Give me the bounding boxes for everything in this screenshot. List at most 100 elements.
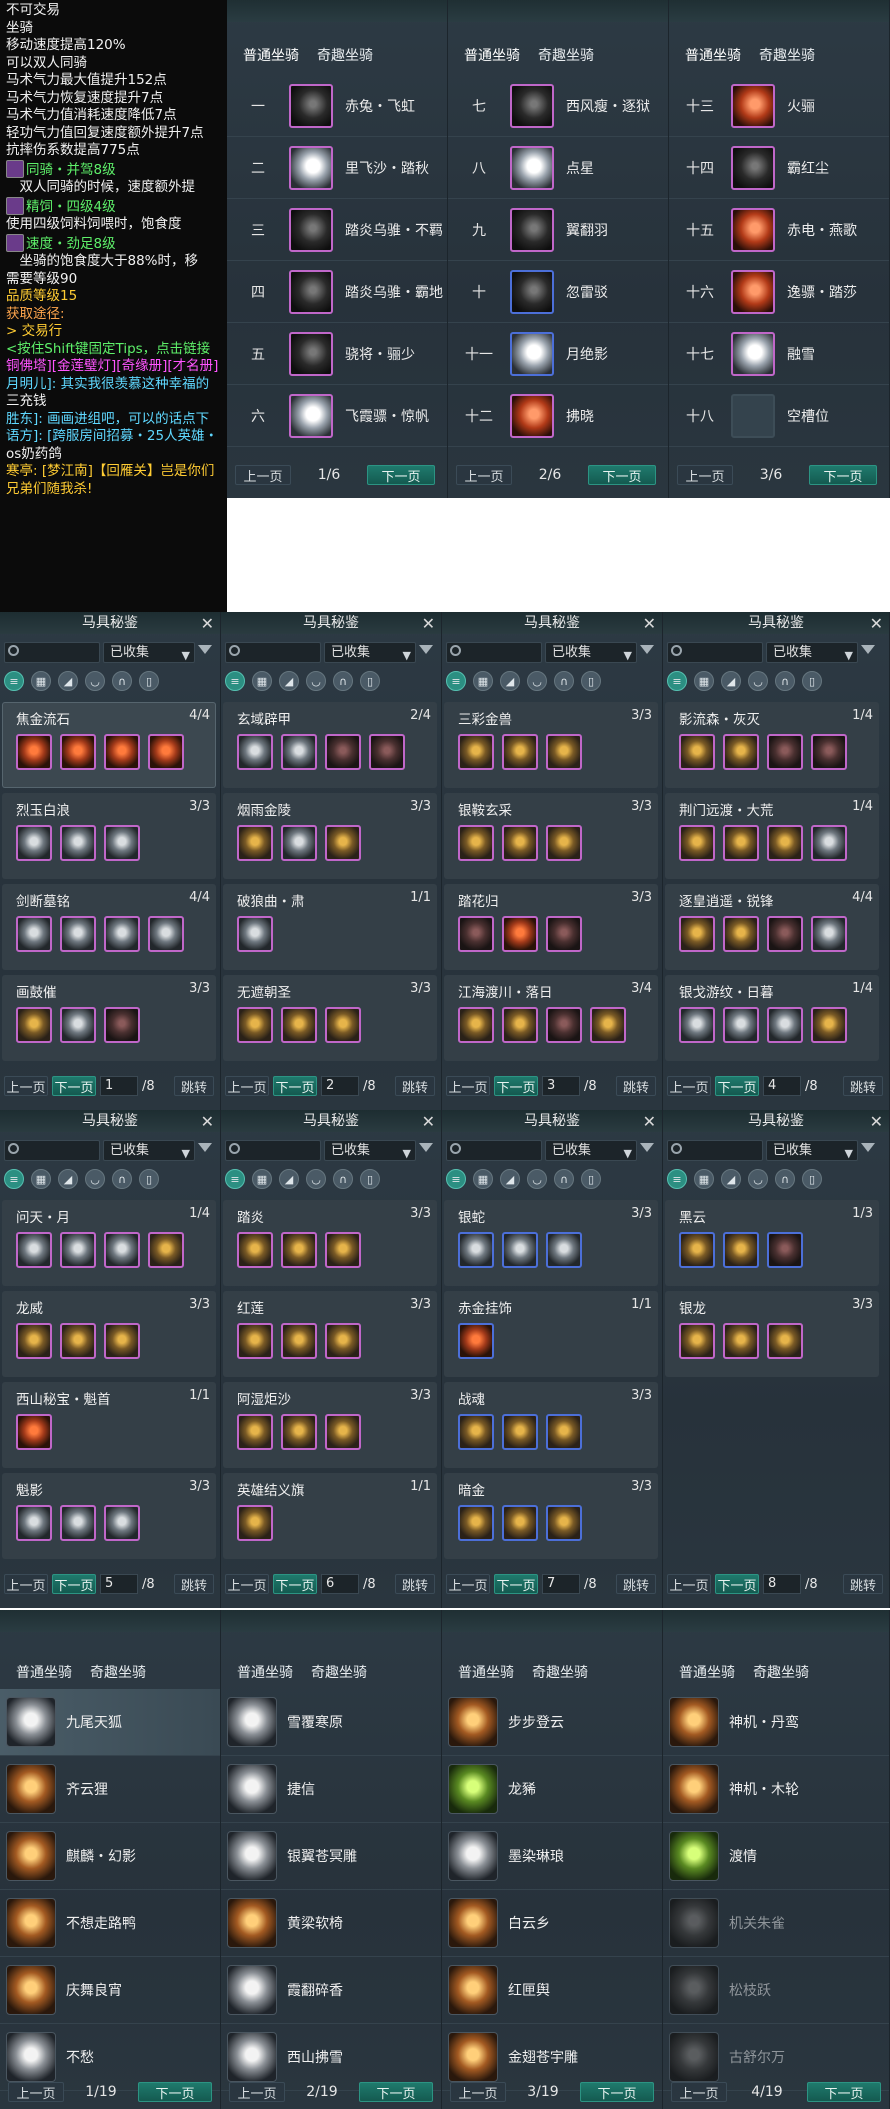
prev-page-button[interactable]: 上一页 — [450, 2082, 506, 2102]
saddle-set-card[interactable]: 三彩金兽 3/3 — [444, 702, 658, 788]
saddle-set-card[interactable]: 西山秘宝・魁首 1/1 — [2, 1382, 216, 1468]
filter-funnel-icon[interactable] — [419, 645, 433, 654]
saddle-icon[interactable]: ◡ — [527, 671, 547, 691]
saddle-piece-icon[interactable] — [679, 1007, 715, 1043]
next-page-button[interactable]: 下一页 — [52, 1076, 96, 1096]
prev-page-button[interactable]: 上一页 — [229, 2082, 285, 2102]
grid-icon[interactable]: ▦ — [694, 671, 714, 691]
saddle-piece-icon[interactable] — [767, 1232, 803, 1268]
horseshoe-icon[interactable]: ∩ — [112, 671, 132, 691]
list-all-icon[interactable]: ≡ — [446, 671, 466, 691]
next-page-button[interactable]: 下一页 — [358, 2082, 433, 2102]
saddle-piece-icon[interactable] — [281, 825, 317, 861]
saddle-piece-icon[interactable] — [811, 825, 847, 861]
next-page-button[interactable]: 下一页 — [806, 2082, 881, 2102]
next-page-button[interactable]: 下一页 — [494, 1574, 538, 1594]
saddle-piece-icon[interactable] — [546, 1007, 582, 1043]
saddle-piece-icon[interactable] — [16, 1232, 52, 1268]
saddle-piece-icon[interactable] — [325, 825, 361, 861]
saddle-piece-icon[interactable] — [546, 1232, 582, 1268]
saddle-piece-icon[interactable] — [237, 1323, 273, 1359]
head-armor-icon[interactable]: ◢ — [279, 1169, 299, 1189]
saddle-piece-icon[interactable] — [281, 1232, 317, 1268]
prev-page-button[interactable]: 上一页 — [677, 465, 733, 485]
saddle-piece-icon[interactable] — [458, 1232, 494, 1268]
next-page-button[interactable]: 下一页 — [367, 465, 435, 485]
saddle-piece-icon[interactable] — [546, 916, 582, 952]
horseshoe-icon[interactable]: ∩ — [775, 1169, 795, 1189]
mount-slot[interactable]: 十三 火骊 — [669, 75, 889, 137]
fun-mount-slot[interactable]: 庆舞良宵 — [0, 1957, 220, 2024]
tab-fun-mounts[interactable]: 奇趣坐骑 — [753, 1662, 809, 1682]
prev-page-button[interactable]: 上一页 — [225, 1076, 269, 1096]
mount-slot[interactable]: 六 飞霞骠・惊帆 — [227, 385, 447, 447]
saddle-set-card[interactable]: 问天・月 1/4 — [2, 1200, 216, 1286]
page-input[interactable]: 8 — [763, 1574, 801, 1594]
next-page-button[interactable]: 下一页 — [52, 1574, 96, 1594]
saddle-set-card[interactable]: 红莲 3/3 — [223, 1291, 437, 1377]
close-icon[interactable]: ✕ — [201, 1112, 214, 1131]
collected-filter-select[interactable]: 已收集 ▼ — [545, 1140, 637, 1161]
fun-mount-slot[interactable]: 墨染琳琅 — [442, 1823, 662, 1890]
saddle-set-card[interactable]: 黑云 1/3 — [665, 1200, 879, 1286]
saddle-piece-icon[interactable] — [502, 825, 538, 861]
search-input[interactable] — [446, 1140, 542, 1161]
saddle-piece-icon[interactable] — [237, 1232, 273, 1268]
saddle-piece-icon[interactable] — [723, 734, 759, 770]
saddle-piece-icon[interactable] — [502, 916, 538, 952]
saddle-set-card[interactable]: 阿湿炬沙 3/3 — [223, 1382, 437, 1468]
mount-slot[interactable]: 十五 赤电・燕歌 — [669, 199, 889, 261]
saddle-set-card[interactable]: 银戈游纹・日暮 1/4 — [665, 975, 879, 1061]
saddle-piece-icon[interactable] — [325, 1232, 361, 1268]
head-armor-icon[interactable]: ◢ — [721, 1169, 741, 1189]
close-icon[interactable]: ✕ — [422, 614, 435, 633]
prev-page-button[interactable]: 上一页 — [446, 1574, 490, 1594]
collected-filter-select[interactable]: 已收集 ▼ — [324, 642, 416, 663]
jump-button[interactable]: 跳转 — [174, 1574, 214, 1594]
fun-mount-slot[interactable]: 九尾天狐 — [0, 1689, 220, 1756]
jump-button[interactable]: 跳转 — [843, 1076, 883, 1096]
jump-button[interactable]: 跳转 — [616, 1574, 656, 1594]
saddle-set-card[interactable]: 暗金 3/3 — [444, 1473, 658, 1559]
tab-normal-mounts[interactable]: 普通坐骑 — [458, 1662, 514, 1682]
jump-button[interactable]: 跳转 — [395, 1076, 435, 1096]
prev-page-button[interactable]: 上一页 — [4, 1574, 48, 1594]
saddle-piece-icon[interactable] — [16, 916, 52, 952]
mount-slot[interactable]: 八 点星 — [448, 137, 668, 199]
saddle-piece-icon[interactable] — [16, 1505, 52, 1541]
jump-button[interactable]: 跳转 — [395, 1574, 435, 1594]
saddle-piece-icon[interactable] — [325, 1414, 361, 1450]
list-all-icon[interactable]: ≡ — [667, 1169, 687, 1189]
fun-mount-slot[interactable]: 神机・木轮 — [663, 1756, 889, 1823]
next-page-button[interactable]: 下一页 — [809, 465, 877, 485]
tab-normal-mounts[interactable]: 普通坐骑 — [243, 45, 299, 65]
collected-filter-select[interactable]: 已收集 ▼ — [766, 1140, 858, 1161]
collected-filter-select[interactable]: 已收集 ▼ — [545, 642, 637, 663]
mount-slot[interactable]: 十二 拂晓 — [448, 385, 668, 447]
saddle-piece-icon[interactable] — [60, 1323, 96, 1359]
saddle-piece-icon[interactable] — [60, 1232, 96, 1268]
fun-mount-slot[interactable]: 红匣舆 — [442, 1957, 662, 2024]
tab-fun-mounts[interactable]: 奇趣坐骑 — [90, 1662, 146, 1682]
search-input[interactable] — [225, 1140, 321, 1161]
reins-icon[interactable]: ▯ — [360, 671, 380, 691]
saddle-piece-icon[interactable] — [16, 1007, 52, 1043]
horseshoe-icon[interactable]: ∩ — [554, 1169, 574, 1189]
tab-fun-mounts[interactable]: 奇趣坐骑 — [532, 1662, 588, 1682]
list-all-icon[interactable]: ≡ — [446, 1169, 466, 1189]
mount-slot[interactable]: 十四 霸红尘 — [669, 137, 889, 199]
close-icon[interactable]: ✕ — [201, 614, 214, 633]
saddle-piece-icon[interactable] — [104, 1505, 140, 1541]
saddle-piece-icon[interactable] — [281, 1323, 317, 1359]
tab-normal-mounts[interactable]: 普通坐骑 — [464, 45, 520, 65]
saddle-set-card[interactable]: 银龙 3/3 — [665, 1291, 879, 1377]
fun-mount-slot[interactable]: 黄梁软椅 — [221, 1890, 441, 1957]
tab-fun-mounts[interactable]: 奇趣坐骑 — [759, 45, 815, 65]
saddle-icon[interactable]: ◡ — [527, 1169, 547, 1189]
close-icon[interactable]: ✕ — [870, 1112, 883, 1131]
horseshoe-icon[interactable]: ∩ — [554, 671, 574, 691]
fun-mount-slot[interactable]: 霞翻碎香 — [221, 1957, 441, 2024]
saddle-piece-icon[interactable] — [546, 1505, 582, 1541]
saddle-piece-icon[interactable] — [679, 1232, 715, 1268]
saddle-piece-icon[interactable] — [502, 1414, 538, 1450]
